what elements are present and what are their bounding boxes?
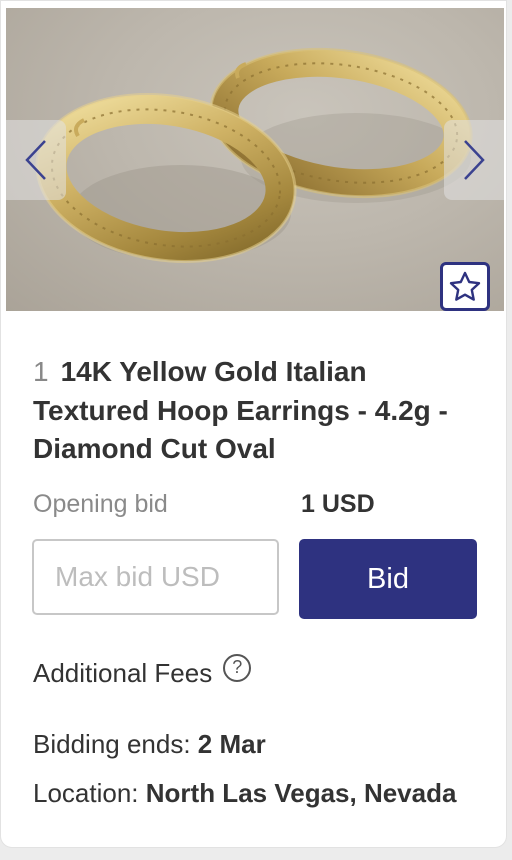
bidding-ends-label: Bidding ends:: [33, 729, 191, 759]
opening-bid-value: 1 USD: [301, 490, 375, 518]
earrings-image: [35, 47, 473, 264]
listing-title[interactable]: 1 14K Yellow Gold Italian Textured Hoop E…: [33, 353, 483, 469]
listing-photo[interactable]: [6, 8, 504, 311]
chevron-left-icon: [25, 140, 46, 180]
previous-image-button[interactable]: [6, 120, 66, 200]
question-circle-icon[interactable]: ?: [223, 653, 252, 682]
location: Location: North Las Vegas, Nevada: [33, 778, 456, 809]
listing-card: 1 14K Yellow Gold Italian Textured Hoop E…: [0, 0, 507, 848]
additional-fees[interactable]: Additional Fees ?: [33, 653, 252, 689]
opening-bid-label: Opening bid: [33, 490, 168, 518]
next-image-button[interactable]: [444, 120, 504, 200]
location-label: Location:: [33, 778, 139, 808]
favorite-button[interactable]: [440, 262, 490, 311]
additional-fees-label: Additional Fees: [33, 658, 213, 688]
max-bid-input[interactable]: [32, 539, 279, 615]
chevron-right-icon: [464, 140, 485, 180]
location-value: North Las Vegas, Nevada: [145, 778, 457, 808]
bid-button[interactable]: Bid: [299, 539, 477, 619]
bidding-ends: Bidding ends: 2 Mar: [33, 729, 266, 760]
listing-title-text: 14K Yellow Gold Italian Textured Hoop Ea…: [33, 356, 448, 464]
star-outline-icon: [449, 271, 481, 301]
bidding-ends-value: 2 Mar: [197, 729, 266, 759]
lot-number: 1: [33, 356, 49, 387]
